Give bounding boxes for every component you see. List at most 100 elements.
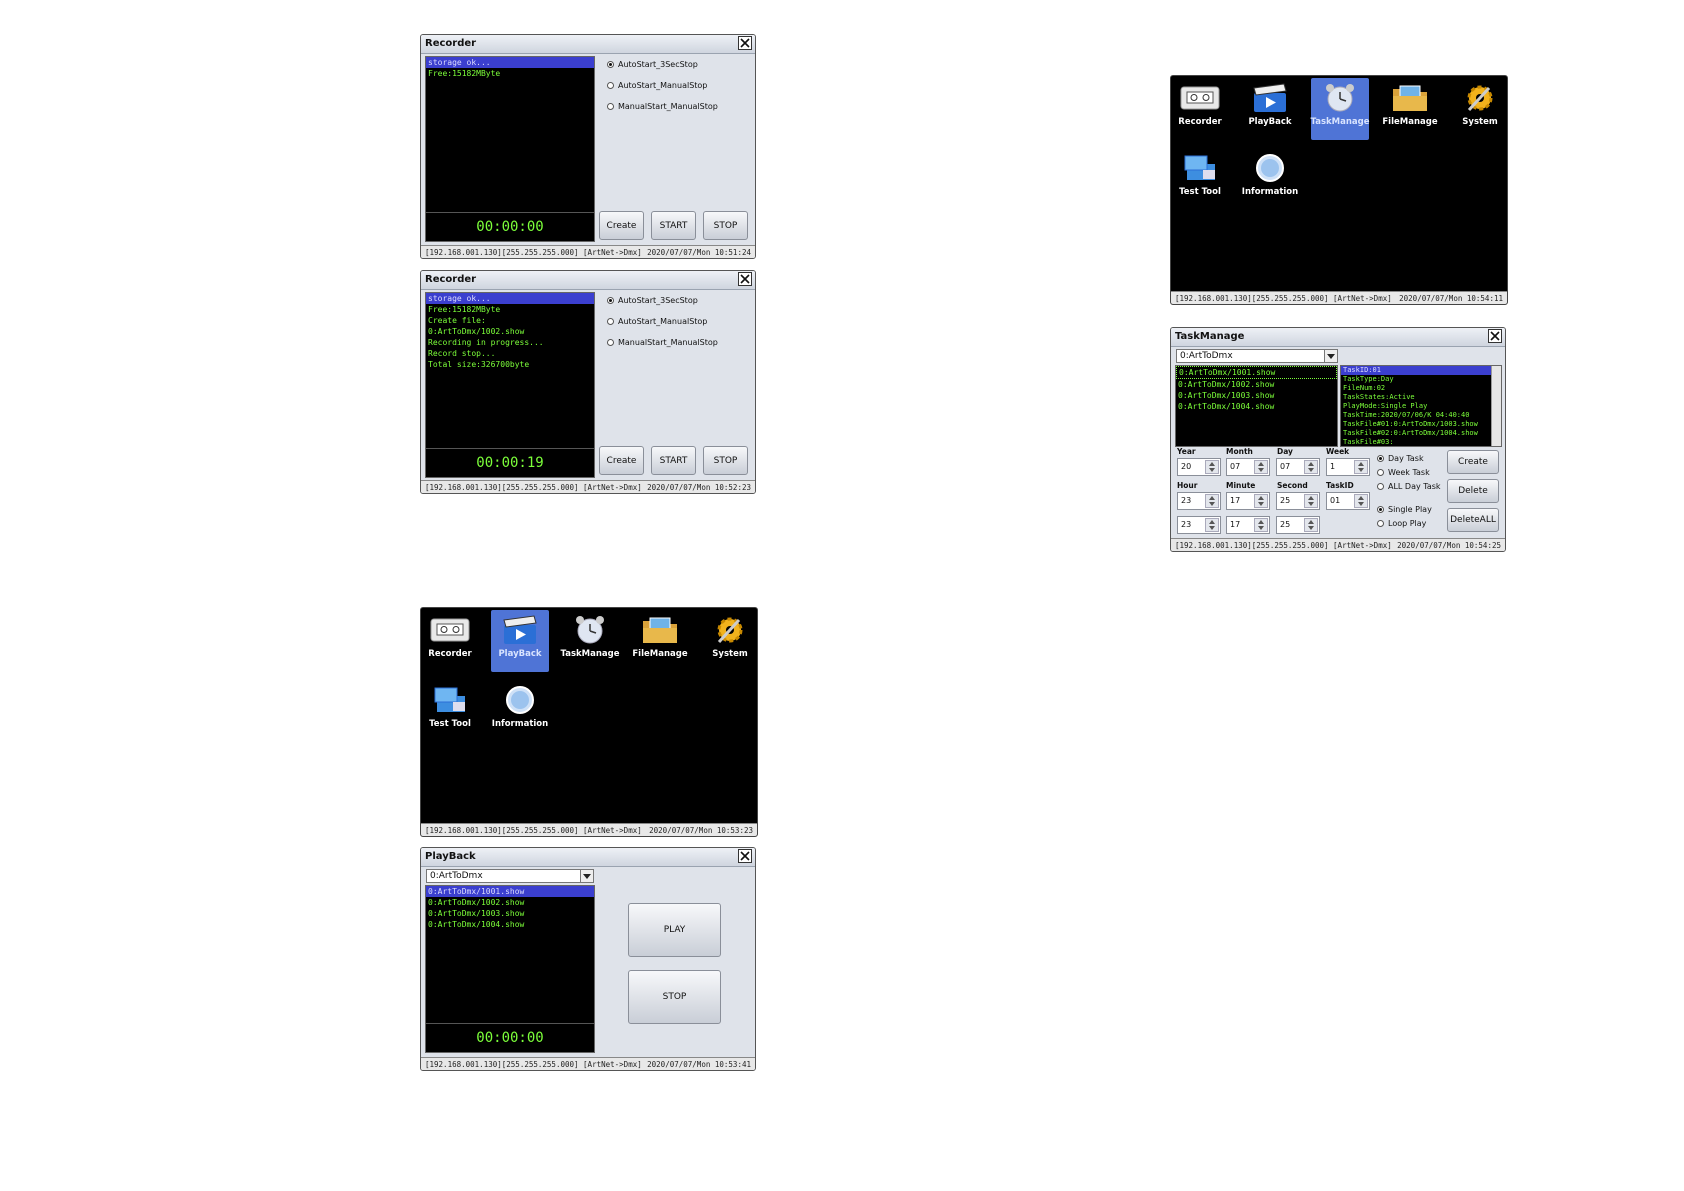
close-icon[interactable]: [738, 849, 752, 863]
stepper-arrows-icon[interactable]: [1254, 460, 1268, 474]
folder-icon: [643, 617, 677, 643]
stop-button[interactable]: STOP: [628, 970, 721, 1024]
file-list[interactable]: 0:ArtToDmx/1001.show 0:ArtToDmx/1002.sho…: [425, 885, 595, 1053]
hour-stepper[interactable]: 23: [1177, 492, 1221, 510]
end-minute-stepper[interactable]: 17: [1226, 516, 1270, 534]
app-system[interactable]: System: [701, 610, 757, 672]
app-test-tool[interactable]: Test Tool: [1171, 148, 1229, 210]
app-taskmanage[interactable]: TaskManage: [560, 610, 620, 672]
window-titlebar: Recorder: [421, 271, 755, 290]
folder-select-value: 0:ArtToDmx: [430, 871, 483, 881]
start-button[interactable]: START: [651, 446, 696, 475]
file-list-item[interactable]: 0:ArtToDmx/1004.show: [1176, 401, 1337, 412]
play-button[interactable]: PLAY: [628, 903, 721, 957]
app-label: FileManage: [632, 649, 688, 659]
radio-week-task[interactable]: Week Task: [1377, 468, 1430, 477]
recording-timer: 00:00:00: [426, 212, 594, 241]
stepper-arrows-icon[interactable]: [1205, 518, 1219, 532]
stepper-arrows-icon[interactable]: [1354, 494, 1368, 508]
month-stepper[interactable]: 07: [1226, 458, 1270, 476]
file-list-item[interactable]: 0:ArtToDmx/1001.show: [426, 886, 594, 897]
radio-manualstart-manualstop[interactable]: ManualStart_ManualStop: [607, 338, 718, 347]
end-hour-value: 23: [1181, 520, 1192, 529]
app-recorder[interactable]: Recorder: [1171, 78, 1229, 140]
start-button[interactable]: START: [651, 211, 696, 240]
file-list-item[interactable]: 0:ArtToDmx/1003.show: [1176, 390, 1337, 401]
window-title: TaskManage: [1175, 331, 1245, 342]
app-label: PlayBack: [1248, 117, 1292, 127]
app-playback[interactable]: PlayBack: [491, 610, 549, 672]
day-stepper[interactable]: 07: [1276, 458, 1320, 476]
radio-label: ManualStart_ManualStop: [618, 338, 718, 347]
app-information[interactable]: Information: [491, 680, 549, 742]
task-file-list[interactable]: 0:ArtToDmx/1001.show 0:ArtToDmx/1002.sho…: [1175, 365, 1338, 447]
log-line: Recording in progress...: [428, 338, 544, 347]
end-hour-stepper[interactable]: 23: [1177, 516, 1221, 534]
file-list-item[interactable]: 0:ArtToDmx/1003.show: [426, 908, 594, 919]
task-info-list[interactable]: TaskID:01 TaskType:Day FileNum:02 TaskSt…: [1340, 365, 1502, 447]
radio-icon: [607, 82, 614, 89]
radio-loop-play[interactable]: Loop Play: [1377, 519, 1426, 528]
stepper-arrows-icon[interactable]: [1254, 494, 1268, 508]
file-list-item[interactable]: 0:ArtToDmx/1001.show: [1176, 366, 1337, 379]
minute-stepper[interactable]: 17: [1226, 492, 1270, 510]
close-icon[interactable]: [1488, 329, 1502, 343]
radio-manualstart-manualstop[interactable]: ManualStart_ManualStop: [607, 102, 718, 111]
stepper-arrows-icon[interactable]: [1254, 518, 1268, 532]
radio-autostart-3secstop[interactable]: AutoStart_3SecStop: [607, 60, 698, 69]
desktop-menu-taskmanage: Recorder PlayBack TaskManage FileManage …: [1170, 75, 1508, 305]
create-button[interactable]: Create: [599, 446, 644, 475]
taskid-stepper[interactable]: 01: [1326, 492, 1370, 510]
second-stepper[interactable]: 25: [1276, 492, 1320, 510]
radio-single-play[interactable]: Single Play: [1377, 505, 1432, 514]
close-icon[interactable]: [738, 272, 752, 286]
app-label: System: [1462, 117, 1498, 127]
datetime: 2020/07/07/Mon 10:51:24: [647, 248, 751, 257]
file-list-item[interactable]: 0:ArtToDmx/1002.show: [426, 897, 594, 908]
file-list-item[interactable]: 0:ArtToDmx/1002.show: [1176, 379, 1337, 390]
folder-select[interactable]: 0:ArtToDmx: [426, 869, 594, 883]
stepper-arrows-icon[interactable]: [1304, 494, 1318, 508]
radio-autostart-manualstop[interactable]: AutoStart_ManualStop: [607, 81, 707, 90]
stepper-arrows-icon[interactable]: [1205, 494, 1219, 508]
year-stepper[interactable]: 20: [1177, 458, 1221, 476]
year-value: 20: [1181, 462, 1192, 471]
network-info: [192.168.001.130][255.255.255.000] [ArtN…: [425, 826, 642, 835]
radio-all-day-task[interactable]: ALL Day Task: [1377, 482, 1441, 491]
end-minute-value: 17: [1230, 520, 1241, 529]
app-system[interactable]: System: [1451, 78, 1507, 140]
radio-selected-icon: [607, 297, 614, 304]
end-second-stepper[interactable]: 25: [1276, 516, 1320, 534]
app-recorder[interactable]: Recorder: [421, 610, 479, 672]
stepper-arrows-icon[interactable]: [1304, 518, 1318, 532]
delete-all-button[interactable]: DeleteALL: [1447, 508, 1499, 532]
radio-label: Loop Play: [1388, 519, 1427, 528]
app-taskmanage[interactable]: TaskManage: [1311, 78, 1370, 140]
close-icon[interactable]: [738, 36, 752, 50]
stepper-arrows-icon[interactable]: [1205, 460, 1219, 474]
stop-button[interactable]: STOP: [703, 446, 748, 475]
scrollbar[interactable]: [1491, 366, 1501, 446]
create-task-button[interactable]: Create: [1447, 450, 1499, 474]
stepper-arrows-icon[interactable]: [1354, 460, 1368, 474]
create-button[interactable]: Create: [599, 211, 644, 240]
app-filemanage[interactable]: FileManage: [631, 610, 689, 672]
folder-icon: [1393, 85, 1427, 111]
radio-autostart-manualstop[interactable]: AutoStart_ManualStop: [607, 317, 707, 326]
app-playback[interactable]: PlayBack: [1241, 78, 1299, 140]
week-stepper[interactable]: 1: [1326, 458, 1370, 476]
folder-select[interactable]: 0:ArtToDmx: [1176, 349, 1338, 363]
app-information[interactable]: Information: [1241, 148, 1299, 210]
app-label: TaskManage: [560, 649, 620, 659]
window-titlebar: PlayBack: [421, 848, 755, 867]
radio-autostart-3secstop[interactable]: AutoStart_3SecStop: [607, 296, 698, 305]
stop-button[interactable]: STOP: [703, 211, 748, 240]
app-test-tool[interactable]: Test Tool: [421, 680, 479, 742]
radio-label: ManualStart_ManualStop: [618, 102, 718, 111]
delete-task-button[interactable]: Delete: [1447, 479, 1499, 503]
app-filemanage[interactable]: FileManage: [1381, 78, 1439, 140]
file-list-item[interactable]: 0:ArtToDmx/1004.show: [426, 919, 594, 930]
log-line: Create file:: [428, 316, 486, 325]
radio-day-task[interactable]: Day Task: [1377, 454, 1424, 463]
stepper-arrows-icon[interactable]: [1304, 460, 1318, 474]
